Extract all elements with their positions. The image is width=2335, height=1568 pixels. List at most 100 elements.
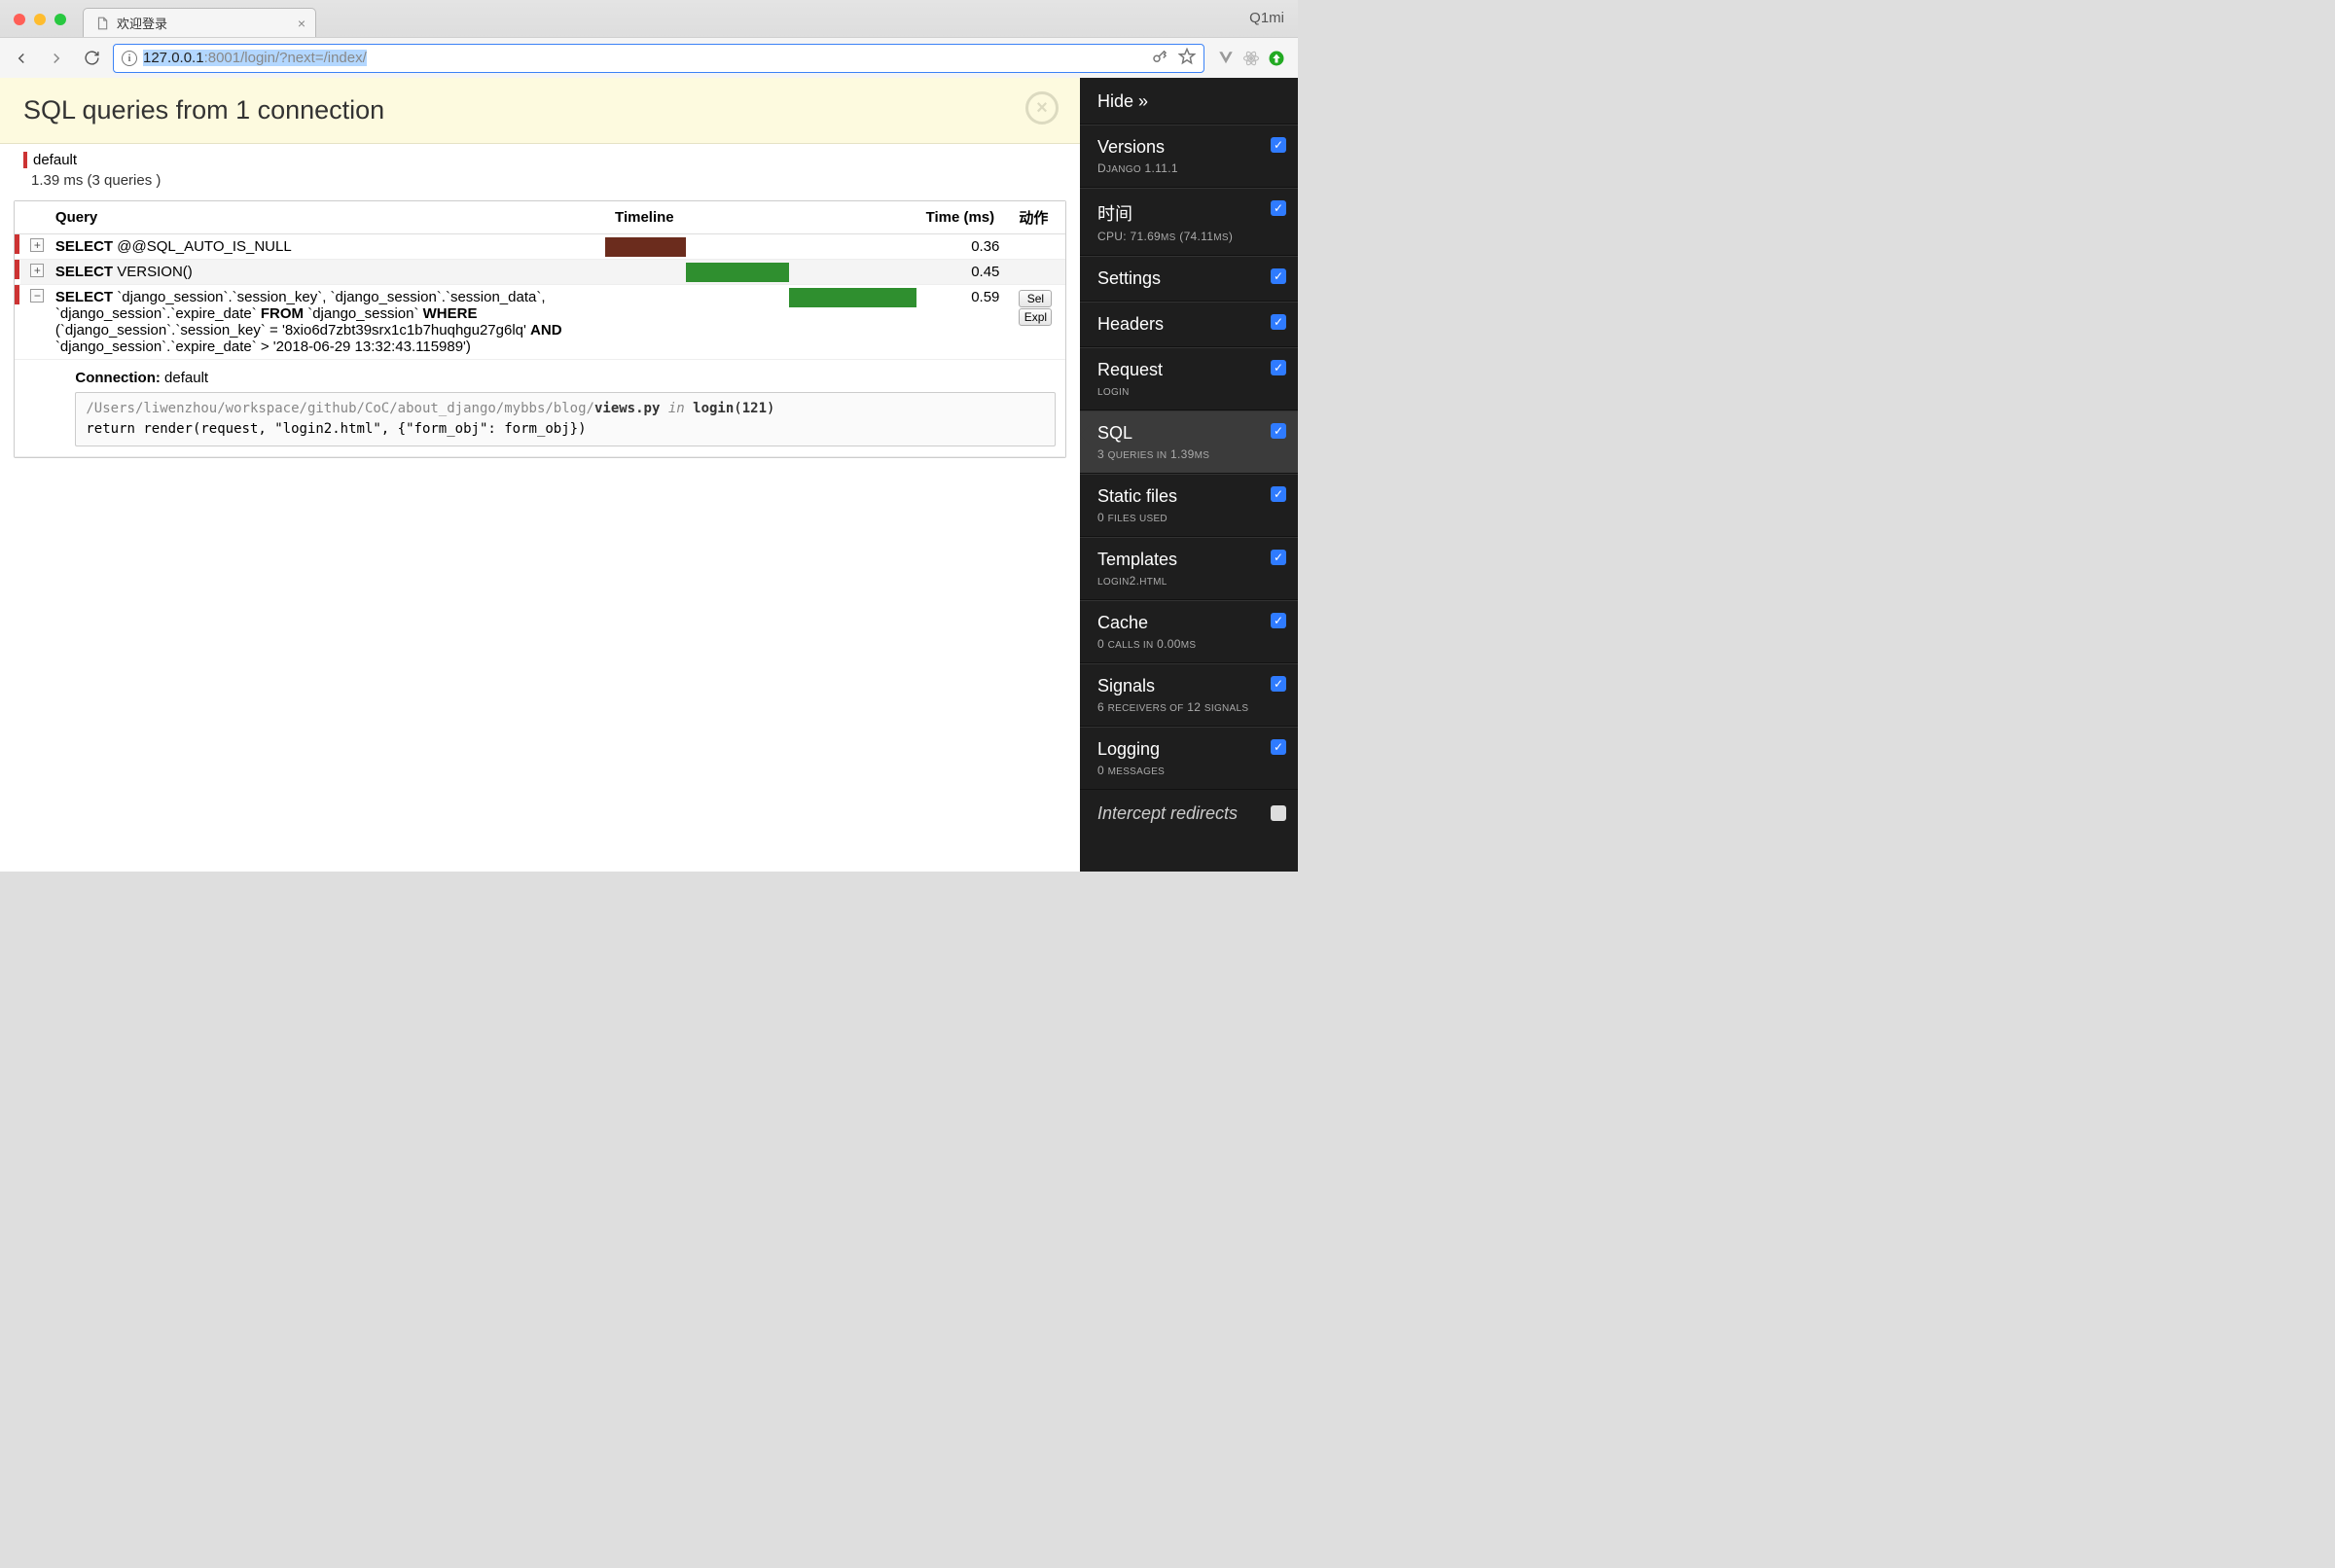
panel-title: SQL [1097, 423, 1282, 444]
nav-reload-button[interactable] [78, 45, 105, 72]
browser-chrome: 欢迎登录 × Q1mi i 127.0.0.1:8001/login/?next… [0, 0, 1298, 78]
panel-subtitle: 0 MESSAGES [1097, 764, 1282, 777]
sql-panel: SQL queries from 1 connection × default … [0, 78, 1080, 872]
panel-checkbox[interactable]: ✓ [1271, 200, 1286, 216]
connection-line: Connection: default [75, 370, 1056, 386]
panel-checkbox[interactable]: ✓ [1271, 360, 1286, 375]
toolbar-panel-sql[interactable]: SQL 3 QUERIES IN 1.39MS ✓ [1080, 410, 1298, 474]
connection-name: default [23, 152, 1057, 168]
nav-back-button[interactable] [8, 45, 35, 72]
panel-checkbox[interactable]: ✓ [1271, 613, 1286, 628]
query-row: − SELECT `django_session`.`session_key`,… [15, 285, 1065, 360]
timeline-bar [789, 288, 916, 307]
panel-checkbox[interactable]: ✓ [1271, 676, 1286, 692]
toolbar-panel-logging[interactable]: Logging 0 MESSAGES ✓ [1080, 727, 1298, 790]
panel-checkbox[interactable]: ✓ [1271, 423, 1286, 439]
toolbar-panel-headers[interactable]: Headers✓ [1080, 302, 1298, 347]
toolbar-panel-templates[interactable]: Templates LOGIN2.HTML ✓ [1080, 537, 1298, 600]
address-bar[interactable]: i 127.0.0.1:8001/login/?next=/index/ [113, 44, 1204, 73]
col-header-time: Time (ms) [916, 201, 1010, 234]
key-icon[interactable] [1151, 48, 1168, 69]
star-icon[interactable] [1178, 48, 1196, 69]
query-actions: SelExpl [1009, 285, 1065, 360]
window-close-button[interactable] [14, 14, 25, 25]
query-time: 0.36 [916, 234, 1010, 260]
panel-title: Signals [1097, 676, 1282, 696]
toolbar-hide-button[interactable]: Hide » [1080, 78, 1298, 125]
debug-toolbar: Hide » VersionsDJANGO 1.11.1✓时间CPU: 71.6… [1080, 78, 1298, 872]
panel-checkbox[interactable]: ✓ [1271, 137, 1286, 153]
extension-icons [1212, 49, 1290, 68]
panel-title: Versions [1097, 137, 1282, 158]
close-panel-button[interactable]: × [1025, 91, 1059, 125]
sql-queries-table: Query Timeline Time (ms) 动作 + SELECT @@S… [15, 201, 1065, 457]
toggle-row-button[interactable]: − [30, 289, 44, 303]
panel-checkbox[interactable]: ✓ [1271, 739, 1286, 755]
window-minimize-button[interactable] [34, 14, 46, 25]
panel-title: 时间 [1097, 200, 1282, 226]
panel-subtitle: 3 QUERIES IN 1.39MS [1097, 447, 1282, 461]
toolbar-panel-signals[interactable]: Signals 6 RECEIVERS OF 12 SIGNALS ✓ [1080, 663, 1298, 727]
panel-subtitle: LOGIN2.HTML [1097, 574, 1282, 588]
panel-checkbox[interactable]: ✓ [1271, 314, 1286, 330]
severity-bar [15, 285, 19, 304]
toolbar-panel-request[interactable]: Request LOGIN ✓ [1080, 347, 1298, 410]
timeline-bar [686, 263, 788, 282]
query-text: SELECT @@SQL_AUTO_IS_NULL [55, 238, 292, 255]
query-time: 0.59 [916, 285, 1010, 360]
severity-bar [15, 234, 19, 254]
document-icon [95, 17, 109, 30]
toolbar-panel-static-files[interactable]: Static files 0 FILES USED ✓ [1080, 474, 1298, 537]
panel-checkbox[interactable]: ✓ [1271, 268, 1286, 284]
window-controls [14, 14, 66, 25]
panel-subtitle: CPU: 71.69MS (74.11MS) [1097, 230, 1282, 243]
toolbar-panel-时间[interactable]: 时间 CPU: 71.69MS (74.11MS) ✓ [1080, 188, 1298, 256]
toolbar-panel-settings[interactable]: Settings✓ [1080, 256, 1298, 302]
toggle-row-button[interactable]: + [30, 238, 44, 252]
toolbar-panel-cache[interactable]: Cache0 CALLS IN 0.00MS✓ [1080, 600, 1298, 663]
intercept-checkbox[interactable] [1271, 805, 1286, 821]
panel-checkbox[interactable]: ✓ [1271, 550, 1286, 565]
traceback-box: /Users/liwenzhou/workspace/github/CoC/ab… [75, 392, 1056, 446]
tab-title: 欢迎登录 [117, 14, 290, 32]
browser-tab[interactable]: 欢迎登录 × [83, 8, 316, 37]
query-text: SELECT VERSION() [55, 264, 193, 280]
panel-subtitle: LOGIN [1097, 384, 1282, 398]
vue-ext-icon[interactable] [1216, 49, 1236, 68]
info-icon[interactable]: i [122, 51, 137, 66]
panel-checkbox[interactable]: ✓ [1271, 486, 1286, 502]
query-row: + SELECT @@SQL_AUTO_IS_NULL 0.36 [15, 234, 1065, 260]
action-expl-button[interactable]: Expl [1019, 308, 1052, 326]
profile-badge[interactable]: Q1mi [1249, 10, 1284, 26]
col-header-action: 动作 [1009, 201, 1065, 234]
timeline-bar [605, 237, 686, 257]
panel-title: Headers [1097, 314, 1282, 335]
panel-subtitle: 0 FILES USED [1097, 511, 1282, 524]
panel-title: Request [1097, 360, 1282, 380]
nav-forward-button[interactable] [43, 45, 70, 72]
severity-bar [15, 260, 19, 279]
panel-subtitle: DJANGO 1.11.1 [1097, 161, 1282, 175]
url-text: 127.0.0.1:8001/login/?next=/index/ [143, 50, 1145, 66]
react-ext-icon[interactable] [1241, 49, 1261, 68]
query-row: + SELECT VERSION() 0.45 [15, 260, 1065, 285]
window-maximize-button[interactable] [54, 14, 66, 25]
tab-close-button[interactable]: × [298, 16, 305, 31]
panel-title: Templates [1097, 550, 1282, 570]
toolbar-panel-versions[interactable]: Versions DJANGO 1.11.1 ✓ [1080, 125, 1298, 188]
query-actions [1009, 234, 1065, 260]
action-sel-button[interactable]: Sel [1019, 290, 1052, 307]
panel-title: SQL queries from 1 connection [23, 95, 1057, 125]
query-actions [1009, 260, 1065, 285]
panel-title: Static files [1097, 486, 1282, 507]
up-ext-icon[interactable] [1267, 49, 1286, 68]
toggle-row-button[interactable]: + [30, 264, 44, 277]
panel-title: Logging [1097, 739, 1282, 760]
intercept-redirects-label[interactable]: Intercept redirects [1080, 790, 1298, 837]
col-header-timeline: Timeline [605, 201, 916, 234]
query-time: 0.45 [916, 260, 1010, 285]
col-header-query: Query [46, 201, 605, 234]
panel-subtitle: 6 RECEIVERS OF 12 SIGNALS [1097, 700, 1282, 714]
panel-title: Cache [1097, 613, 1282, 633]
sql-panel-header: SQL queries from 1 connection × [0, 78, 1080, 144]
